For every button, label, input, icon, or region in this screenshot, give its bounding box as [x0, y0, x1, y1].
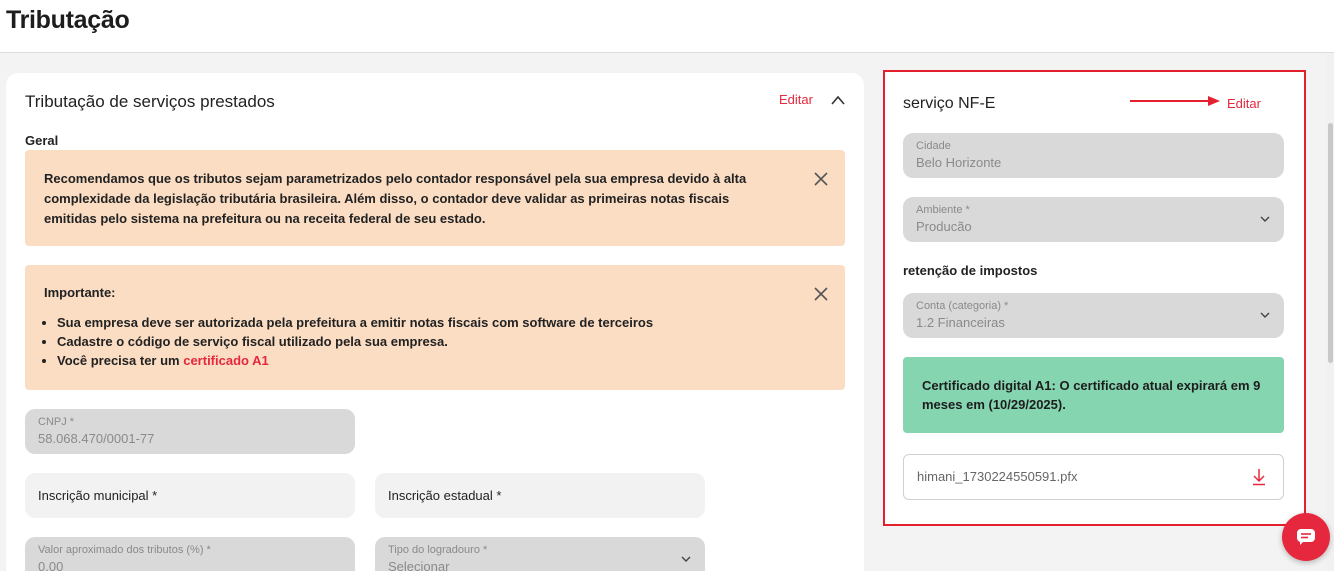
certificate-status: Certificado digital A1: O certificado at…	[903, 357, 1284, 433]
taxation-card: Tributação de serviços prestados Editar …	[6, 73, 864, 571]
scrollbar-thumb[interactable]	[1328, 123, 1333, 363]
chevron-down-icon	[1260, 312, 1270, 318]
chevron-up-icon[interactable]	[830, 94, 846, 106]
scrollbar[interactable]	[1326, 53, 1334, 571]
tipo-logradouro-select[interactable]: Tipo do logradouro * Selecionar	[375, 537, 705, 571]
ambiente-select[interactable]: Ambiente * Producão	[903, 197, 1284, 242]
field-label: Conta (categoria) *	[916, 300, 1009, 312]
edit-taxation-link[interactable]: Editar	[779, 92, 813, 107]
chevron-down-icon	[1260, 216, 1270, 222]
field-value: Producão	[916, 219, 972, 234]
page-title: Tributação	[6, 6, 130, 34]
conta-categoria-select[interactable]: Conta (categoria) * 1.2 Financeiras	[903, 293, 1284, 338]
nfe-service-card: serviço NF-E Editar Cidade Belo Horizont…	[883, 70, 1306, 526]
arrow-icon	[1130, 96, 1220, 106]
alert-text: Recomendamos que os tributos sejam param…	[44, 171, 747, 226]
list-item: Sua empresa deve ser autorizada pela pre…	[57, 313, 653, 332]
certificate-link[interactable]: certificado A1	[183, 353, 269, 368]
certificate-text: Certificado digital A1: O certificado at…	[922, 378, 1261, 412]
certificate-file[interactable]: himani_1730224550591.pfx	[903, 454, 1284, 500]
chat-icon	[1297, 529, 1315, 545]
alert-list: Sua empresa deve ser autorizada pela pre…	[57, 313, 653, 370]
alert-title: Importante:	[44, 285, 116, 300]
field-value: 1.2 Financeiras	[916, 315, 1005, 330]
field-label: Ambiente *	[916, 204, 970, 216]
field-label: Cidade	[916, 140, 951, 152]
cnpj-field[interactable]: CNPJ * 58.068.470/0001-77	[25, 409, 355, 454]
field-label: CNPJ *	[38, 416, 75, 428]
cidade-field[interactable]: Cidade Belo Horizonte	[903, 133, 1284, 178]
field-value: Selecionar	[388, 559, 450, 571]
list-item: Cadastre o código de serviço fiscal util…	[57, 332, 653, 351]
list-item-text: Você precisa ter um	[57, 353, 184, 368]
inscricao-estadual-field[interactable]: Inscrição estadual *	[375, 473, 705, 518]
field-placeholder: Inscrição municipal *	[38, 488, 158, 503]
list-item: Você precisa ter um certificado A1	[57, 351, 653, 370]
field-placeholder: Inscrição estadual *	[388, 488, 502, 503]
recommendation-alert: Recomendamos que os tributos sejam param…	[25, 150, 845, 246]
field-value: Belo Horizonte	[916, 155, 1002, 170]
section-title: Tributação de serviços prestados	[25, 92, 275, 111]
valor-tributos-field[interactable]: Valor aproximado dos tributos (%) * 0.00	[25, 537, 355, 571]
inscricao-municipal-field[interactable]: Inscrição municipal *	[25, 473, 355, 518]
chevron-down-icon	[681, 556, 691, 562]
field-value: 0.00	[38, 559, 64, 571]
field-value: 58.068.470/0001-77	[38, 431, 155, 446]
file-name: himani_1730224550591.pfx	[917, 469, 1078, 484]
close-icon[interactable]	[814, 172, 828, 186]
top-bar: Tributação	[0, 0, 1334, 53]
chat-button[interactable]	[1282, 513, 1330, 561]
important-alert: Importante: Sua empresa deve ser autoriz…	[25, 265, 845, 390]
group-label-geral: Geral	[25, 133, 59, 148]
download-icon[interactable]	[1251, 468, 1267, 486]
nfe-title: serviço NF-E	[903, 95, 996, 112]
group-label-retencao: retenção de impostos	[903, 263, 1038, 278]
edit-nfe-link[interactable]: Editar	[1227, 96, 1261, 111]
field-label: Valor aproximado dos tributos (%) *	[38, 544, 211, 556]
field-label: Tipo do logradouro *	[388, 544, 488, 556]
close-icon[interactable]	[814, 287, 828, 301]
